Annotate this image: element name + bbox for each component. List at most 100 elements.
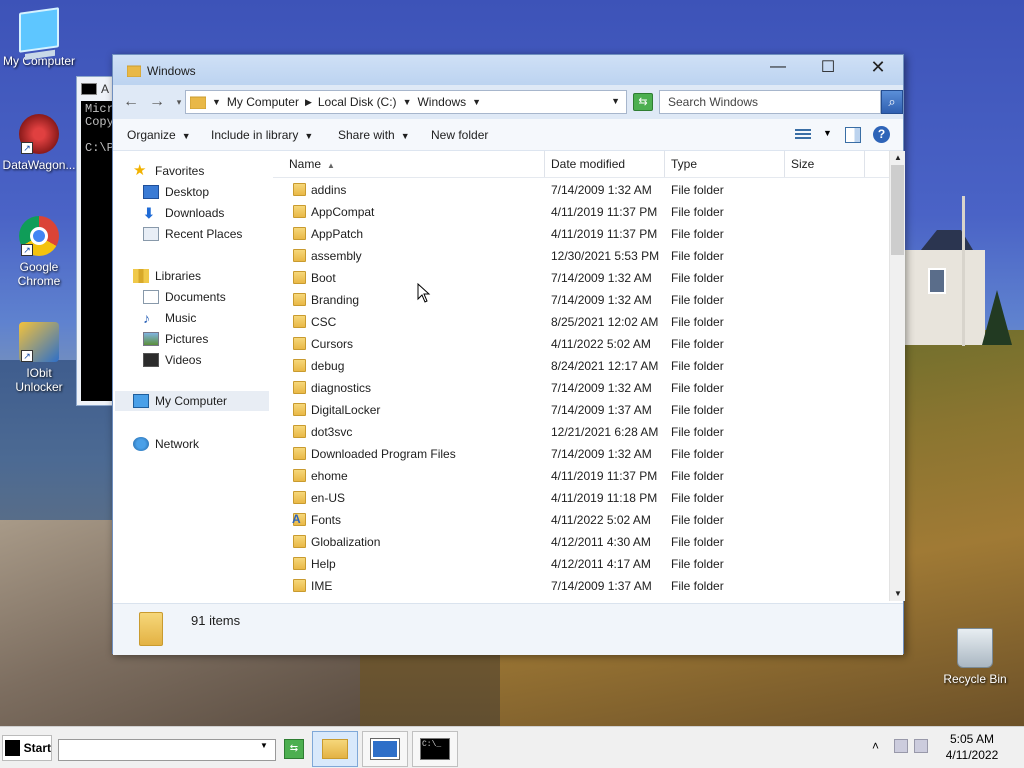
taskbar-app-button[interactable] — [362, 731, 408, 767]
nav-favorites[interactable]: ★ Favorites — [133, 161, 204, 181]
breadcrumb-arrow-icon[interactable]: ▼ — [212, 97, 221, 107]
share-with-button[interactable]: Share with ▼ — [338, 128, 410, 142]
desktop-icon-iobit-unlocker[interactable]: ↗ IObit Unlocker — [0, 322, 78, 394]
file-row[interactable]: Cursors 4/11/2022 5:02 AM File folder — [273, 333, 889, 355]
close-button[interactable]: ✕ — [855, 55, 901, 79]
file-date-modified: 7/14/2009 1:32 AM — [551, 271, 652, 285]
show-hidden-icons-icon[interactable]: ˄ — [872, 739, 879, 753]
nav-documents[interactable]: Documents — [143, 287, 226, 307]
nav-network[interactable]: Network — [133, 434, 199, 454]
forward-arrow-icon[interactable]: → — [147, 93, 167, 111]
nav-desktop[interactable]: Desktop — [143, 182, 209, 202]
taskbar-cmd-button[interactable]: C:\_ — [412, 731, 458, 767]
desktop-icon-my-computer[interactable]: My Computer — [0, 7, 78, 68]
file-row[interactable]: en-US 4/11/2019 11:18 PM File folder — [273, 487, 889, 509]
folder-icon — [293, 337, 306, 350]
file-row[interactable]: Boot 7/14/2009 1:32 AM File folder — [273, 267, 889, 289]
explorer-window[interactable]: Windows — ☐ ✕ ← → ▾ ▼ My Computer ▶ Local… — [112, 54, 905, 655]
file-type: File folder — [671, 381, 724, 395]
column-header-date-modified[interactable]: Date modified — [545, 151, 665, 177]
taskbar-go-button[interactable]: ⇆ — [284, 739, 304, 759]
file-row[interactable]: assembly 12/30/2021 5:53 PM File folder — [273, 245, 889, 267]
taskbar-address-input[interactable] — [58, 739, 276, 761]
file-row[interactable]: AppCompat 4/11/2019 11:37 PM File folder — [273, 201, 889, 223]
column-header-size[interactable]: Size — [785, 151, 865, 177]
file-row[interactable]: Globalization 4/12/2011 4:30 AM File folde… — [273, 531, 889, 553]
scroll-up-arrow-icon[interactable]: ▲ — [890, 151, 906, 165]
file-date-modified: 4/11/2019 11:37 PM — [551, 227, 658, 241]
file-row[interactable]: Help 4/12/2011 4:17 AM File folder — [273, 553, 889, 575]
file-type: File folder — [671, 249, 724, 263]
column-header-type[interactable]: Type — [665, 151, 785, 177]
navigation-pane: ★ Favorites Desktop ⬇ Downloads Recent Pla… — [113, 151, 271, 601]
explorer-titlebar[interactable]: Windows — ☐ ✕ — [113, 55, 903, 85]
nav-pictures[interactable]: Pictures — [143, 329, 208, 349]
file-row[interactable]: IME 7/14/2009 1:37 AM File folder — [273, 575, 889, 597]
search-icon[interactable]: ⌕ — [881, 90, 903, 114]
file-row[interactable]: diagnostics 7/14/2009 1:32 AM File folder — [273, 377, 889, 399]
breadcrumb-local-disk[interactable]: Local Disk (C:) ▼ — [318, 95, 412, 109]
breadcrumb-arrow-icon[interactable]: ▼ — [472, 97, 481, 107]
file-row[interactable]: CSC 8/25/2021 12:02 AM File folder — [273, 311, 889, 333]
taskbar-explorer-button[interactable] — [312, 731, 358, 767]
nav-recent-places[interactable]: Recent Places — [143, 224, 242, 244]
file-name: addins — [311, 183, 347, 197]
folder-icon — [293, 359, 306, 372]
breadcrumb-windows[interactable]: Windows ▼ — [417, 95, 481, 109]
scroll-down-arrow-icon[interactable]: ▼ — [890, 587, 906, 601]
file-name: ehome — [311, 469, 348, 483]
details-pane: 91 items — [113, 603, 903, 655]
include-in-library-button[interactable]: Include in library ▼ — [211, 128, 313, 142]
file-type: File folder — [671, 491, 724, 505]
desktop-icon-label: Recycle Bin — [943, 672, 1007, 686]
clock-date: 4/11/2022 — [945, 748, 999, 762]
preview-pane-icon[interactable] — [845, 127, 861, 143]
file-row[interactable]: AppPatch 4/11/2019 11:37 PM File folder — [273, 223, 889, 245]
network-tray-icon[interactable] — [894, 739, 908, 753]
file-row[interactable]: ehome 4/11/2019 11:37 PM File folder — [273, 465, 889, 487]
desktop-icon-google-chrome[interactable]: ↗ Google Chrome — [0, 216, 78, 288]
vertical-scrollbar[interactable]: ▲ ▼ — [889, 151, 905, 601]
file-row[interactable]: addins 7/14/2009 1:32 AM File folder — [273, 179, 889, 201]
file-row[interactable]: debug 8/24/2021 12:17 AM File folder — [273, 355, 889, 377]
nav-libraries[interactable]: Libraries — [133, 266, 201, 286]
file-type: File folder — [671, 359, 724, 373]
nav-my-computer[interactable]: My Computer — [115, 391, 269, 411]
file-type: File folder — [671, 315, 724, 329]
recent-places-icon — [143, 227, 159, 241]
nav-music[interactable]: ♪ Music — [143, 308, 196, 328]
file-row[interactable]: A Fonts 4/11/2022 5:02 AM File folder — [273, 509, 889, 531]
file-name: DigitalLocker — [311, 403, 381, 417]
volume-tray-icon[interactable] — [914, 739, 928, 753]
file-row[interactable]: Branding 7/14/2009 1:32 AM File folder — [273, 289, 889, 311]
view-options-dropdown-icon[interactable]: ▼ — [823, 128, 832, 138]
maximize-button[interactable]: ☐ — [805, 55, 851, 79]
new-folder-button[interactable]: New folder — [431, 128, 488, 142]
column-header-name[interactable]: Name ▲ — [283, 151, 545, 177]
minimize-button[interactable]: — — [755, 55, 801, 79]
search-input[interactable]: Search Windows — [659, 90, 881, 114]
taskbar-address-dropdown-icon[interactable]: ▼ — [260, 741, 268, 750]
refresh-button[interactable]: ⇆ — [633, 93, 653, 111]
desktop-icon-datawagon[interactable]: ↗ DataWagon... — [0, 114, 78, 172]
change-view-icon[interactable] — [795, 129, 811, 141]
address-dropdown-icon[interactable]: ▼ — [611, 96, 620, 106]
desktop-icon-recycle-bin[interactable]: Recycle Bin — [936, 628, 1014, 686]
address-box[interactable]: ▼ My Computer ▶ Local Disk (C:) ▼ Windows ▼… — [185, 90, 627, 114]
desktop-icon-label: IObit Unlocker — [15, 366, 63, 394]
organize-button[interactable]: Organize ▼ — [127, 128, 191, 142]
nav-downloads[interactable]: ⬇ Downloads — [143, 203, 224, 223]
help-icon[interactable]: ? — [873, 126, 890, 143]
scrollbar-thumb[interactable] — [891, 165, 904, 255]
breadcrumb-arrow-icon[interactable]: ▶ — [305, 97, 312, 108]
breadcrumb-my-computer[interactable]: My Computer ▶ — [227, 95, 312, 109]
back-arrow-icon[interactable]: ← — [121, 93, 141, 111]
file-row[interactable]: Downloaded Program Files 7/14/2009 1:32 A… — [273, 443, 889, 465]
folder-icon — [293, 271, 306, 284]
file-row[interactable]: dot3svc 12/21/2021 6:28 AM File folder — [273, 421, 889, 443]
breadcrumb-arrow-icon[interactable]: ▼ — [403, 97, 412, 107]
file-row[interactable]: DigitalLocker 7/14/2009 1:37 AM File folde… — [273, 399, 889, 421]
nav-videos[interactable]: Videos — [143, 350, 201, 370]
start-button[interactable]: Start — [2, 735, 52, 761]
system-clock[interactable]: 5:05 AM 4/11/2022 — [932, 731, 1012, 763]
